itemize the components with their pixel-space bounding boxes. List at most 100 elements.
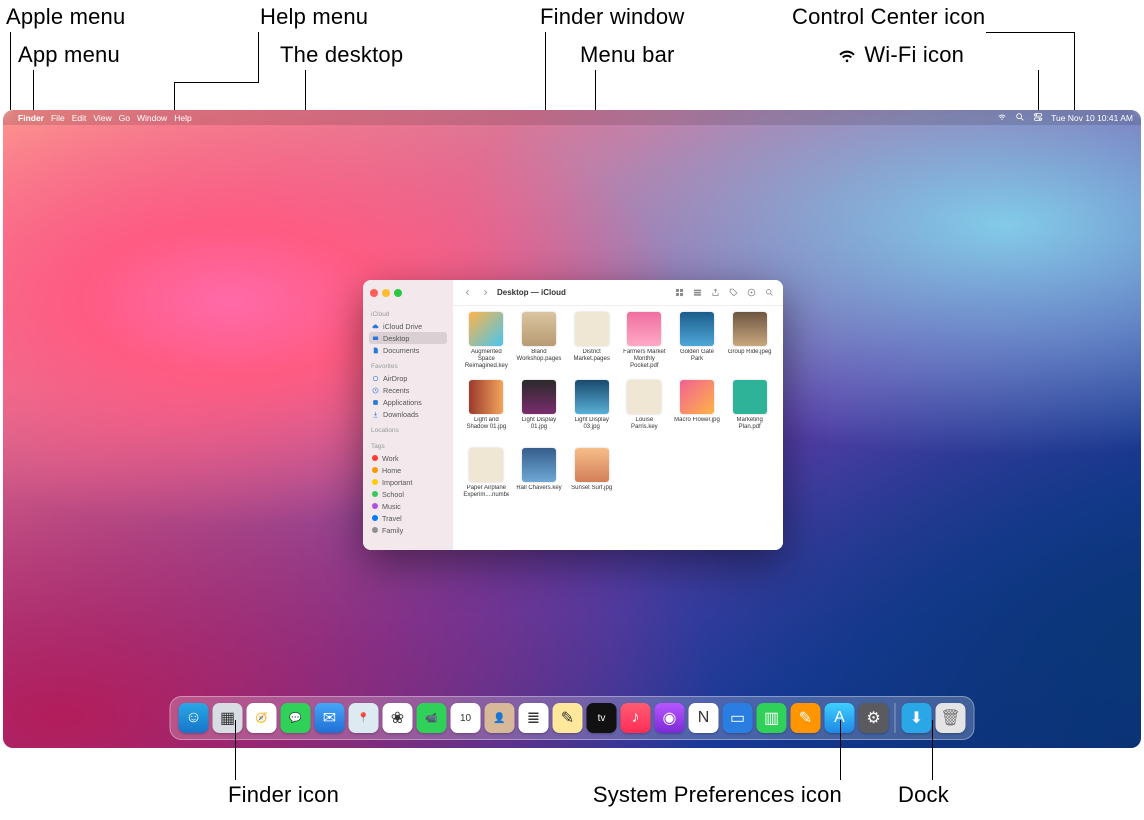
view-icons-button[interactable] — [673, 287, 685, 299]
file-item[interactable]: Paper Airplane Experim....numbers — [463, 448, 510, 512]
file-label: Farmers Market Monthly Pocket.pdf — [621, 349, 667, 370]
desktop[interactable]: Finder File Edit View Go Window Help Tue… — [3, 110, 1141, 748]
group-button[interactable] — [691, 287, 703, 299]
dock-icon-mail[interactable]: ✉ — [315, 703, 345, 733]
sidebar-tag-item[interactable]: Important — [369, 476, 447, 488]
sidebar-item-desktop[interactable]: Desktop — [369, 332, 447, 344]
sidebar-tag-item[interactable]: Home — [369, 464, 447, 476]
sidebar-tag-item[interactable]: School — [369, 488, 447, 500]
app-menu[interactable]: Finder — [18, 113, 44, 123]
dock-icon-finder[interactable]: ☺ — [179, 703, 209, 733]
dock-icon-podcasts[interactable]: ◉ — [655, 703, 685, 733]
dock-icon-downloads[interactable]: ⬇ — [902, 703, 932, 733]
sidebar-header-icloud: iCloud — [371, 311, 447, 318]
control-center-icon[interactable] — [1033, 112, 1043, 124]
dock-icon-safari[interactable]: 🧭 — [247, 703, 277, 733]
file-thumbnail — [469, 312, 503, 346]
share-button[interactable] — [709, 287, 721, 299]
menu-go[interactable]: Go — [119, 113, 130, 123]
dock-icon-notes[interactable]: ✎ — [553, 703, 583, 733]
sidebar-item-applications[interactable]: Applications — [369, 396, 447, 408]
menubar-datetime[interactable]: Tue Nov 10 10:41 AM — [1051, 113, 1133, 123]
dock-icon-keynote[interactable]: ▭ — [723, 703, 753, 733]
dock-icon-music[interactable]: ♪ — [621, 703, 651, 733]
finder-toolbar: Desktop — iCloud — [453, 280, 783, 306]
window-close-button[interactable] — [370, 289, 378, 297]
tag-dot-icon — [372, 479, 378, 485]
action-button[interactable] — [745, 287, 757, 299]
file-item[interactable]: District Market.pages — [568, 312, 615, 376]
sidebar-tag-item[interactable]: Music — [369, 500, 447, 512]
callout-finder-icon: Finder icon — [228, 782, 339, 808]
document-icon — [372, 347, 379, 354]
file-item[interactable]: Light and Shadow 01.jpg — [463, 380, 510, 444]
callout-finder-window: Finder window — [540, 4, 684, 30]
finder-window: iCloud iCloud Drive Desktop Documents Fa… — [363, 280, 783, 550]
callout-syspref-icon: System Preferences icon — [472, 782, 842, 808]
tag-dot-icon — [372, 515, 378, 521]
callout-menu-bar: Menu bar — [580, 42, 675, 68]
callout-line — [595, 70, 596, 110]
airdrop-icon — [372, 375, 379, 382]
sidebar-item-airdrop[interactable]: AirDrop — [369, 372, 447, 384]
window-zoom-button[interactable] — [394, 289, 402, 297]
dock-icon-contacts[interactable]: 👤 — [485, 703, 515, 733]
dock-icon-news[interactable]: N — [689, 703, 719, 733]
menu-window[interactable]: Window — [137, 113, 167, 123]
sidebar-item-recents[interactable]: Recents — [369, 384, 447, 396]
file-item[interactable]: Marketing Plan.pdf — [726, 380, 773, 444]
sidebar-tag-item[interactable]: Work — [369, 452, 447, 464]
back-button[interactable] — [461, 287, 473, 299]
callout-the-desktop: The desktop — [280, 42, 403, 68]
file-label: Golden Gate Park — [674, 349, 720, 363]
sidebar-item-documents[interactable]: Documents — [369, 344, 447, 356]
dock-icon-maps[interactable]: 📍 — [349, 703, 379, 733]
dock-icon-system-preferences[interactable]: ⚙ — [859, 703, 889, 733]
sidebar-tag-item[interactable]: Travel — [369, 512, 447, 524]
file-thumbnail — [575, 448, 609, 482]
cloud-icon — [372, 323, 379, 330]
dock-icon-photos[interactable]: ❀ — [383, 703, 413, 733]
menu-view[interactable]: View — [93, 113, 111, 123]
wifi-icon[interactable] — [997, 112, 1007, 124]
file-item[interactable]: Light Display 03.jpg — [568, 380, 615, 444]
file-item[interactable]: Bland Workshop.pages — [516, 312, 563, 376]
dock-icon-launchpad[interactable]: ▦ — [213, 703, 243, 733]
forward-button[interactable] — [479, 287, 491, 299]
spotlight-icon[interactable] — [1015, 112, 1025, 124]
window-minimize-button[interactable] — [382, 289, 390, 297]
sidebar-tag-item[interactable]: Family — [369, 524, 447, 536]
file-item[interactable]: Light Display 01.jpg — [516, 380, 563, 444]
dock-icon-calendar[interactable]: 10 — [451, 703, 481, 733]
file-item[interactable]: Group Ride.jpeg — [726, 312, 773, 376]
tag-button[interactable] — [727, 287, 739, 299]
file-thumbnail — [627, 312, 661, 346]
file-item[interactable]: Golden Gate Park — [674, 312, 721, 376]
callout-dock: Dock — [898, 782, 949, 808]
file-item[interactable]: Louise Parris.key — [621, 380, 668, 444]
file-item[interactable]: Sunset Surf.jpg — [568, 448, 615, 512]
dock-icon-facetime[interactable]: 📹 — [417, 703, 447, 733]
dock-icon-trash[interactable]: 🗑 — [936, 703, 966, 733]
file-item[interactable]: Macro Flower.jpg — [674, 380, 721, 444]
callout-line — [840, 720, 841, 780]
sidebar-item-icloud-drive[interactable]: iCloud Drive — [369, 320, 447, 332]
menu-help[interactable]: Help — [174, 113, 191, 123]
sidebar-item-downloads[interactable]: Downloads — [369, 408, 447, 420]
dock-icon-tv[interactable]: tv — [587, 703, 617, 733]
callout-line — [174, 82, 259, 83]
file-label: Light Display 03.jpg — [569, 417, 615, 431]
file-item[interactable]: Rall Chavers.key — [516, 448, 563, 512]
dock-icon-messages[interactable]: 💬 — [281, 703, 311, 733]
dock-icon-pages[interactable]: ✎ — [791, 703, 821, 733]
file-item[interactable]: Farmers Market Monthly Pocket.pdf — [621, 312, 668, 376]
menu-edit[interactable]: Edit — [72, 113, 87, 123]
dock-icon-numbers[interactable]: ▥ — [757, 703, 787, 733]
menu-file[interactable]: File — [51, 113, 65, 123]
dock-icon-reminders[interactable]: ≣ — [519, 703, 549, 733]
callout-line — [33, 70, 34, 110]
file-item[interactable]: Augmented Space Reimagined.key — [463, 312, 510, 376]
file-label: Marketing Plan.pdf — [727, 417, 773, 431]
search-button[interactable] — [763, 287, 775, 299]
file-thumbnail — [522, 448, 556, 482]
